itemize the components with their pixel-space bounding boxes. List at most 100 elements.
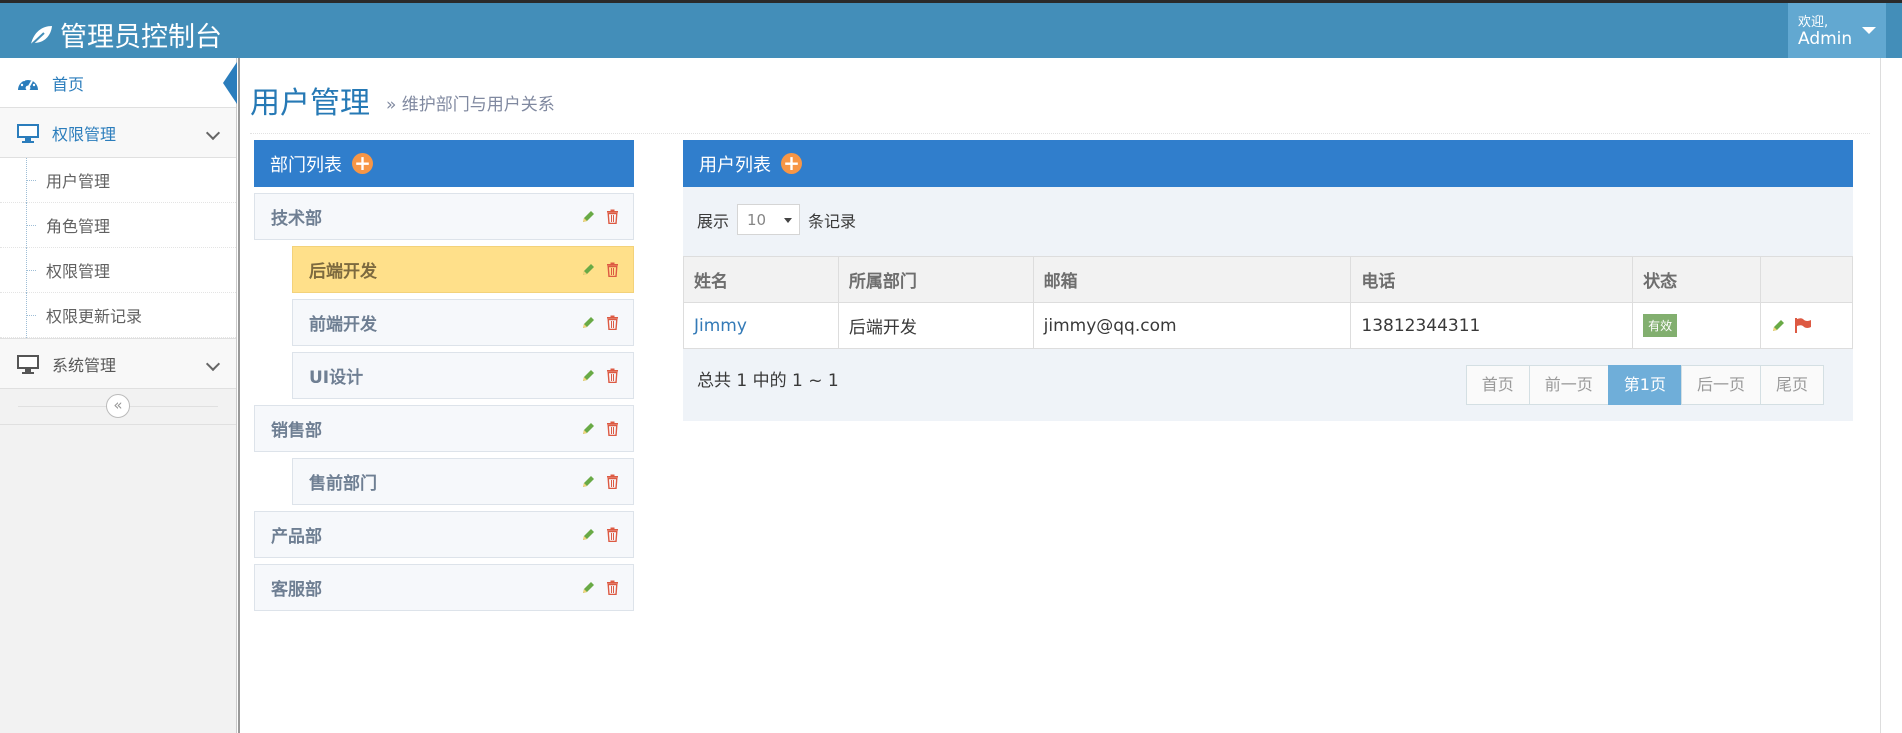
page-length-control: 展示 10 条记录 (697, 204, 856, 235)
brand-title: 管理员控制台 (60, 22, 222, 53)
table-info: 总共 1 中的 1 ~ 1 (697, 371, 839, 391)
department-name: 售前部门 (309, 474, 377, 494)
sidebar-subitem-permission-management[interactable]: 权限管理 (0, 248, 236, 293)
user-status-cell: 有效 (1632, 302, 1762, 349)
page-length-value: 10 (747, 211, 767, 229)
department-item[interactable]: 后端开发 (292, 246, 634, 293)
department-item[interactable]: 销售部 (254, 405, 634, 452)
department-name: 销售部 (271, 421, 322, 441)
page-subtitle: » 维护部门与用户关系 (386, 95, 555, 115)
length-suffix: 条记录 (808, 211, 857, 231)
edit-pencil-icon[interactable] (1771, 318, 1786, 333)
department-item[interactable]: 产品部 (254, 511, 634, 558)
chevron-down-icon (205, 356, 221, 372)
chevron-down-icon (205, 125, 221, 141)
column-header-name[interactable]: 姓名 (683, 256, 839, 303)
edit-pencil-icon[interactable] (581, 474, 596, 489)
user-name-link[interactable]: Jimmy (683, 302, 839, 349)
status-badge: 有效 (1643, 314, 1678, 337)
edit-pencil-icon[interactable] (581, 262, 596, 277)
sidebar-subitem-user-management[interactable]: 用户管理 (0, 158, 236, 203)
sidebar-collapse: « (0, 389, 236, 425)
top-navbar: 管理员控制台 欢迎, Admin (0, 0, 1902, 58)
page-header: 用户管理 » 维护部门与用户关系 (250, 68, 1870, 134)
department-item[interactable]: 售前部门 (292, 458, 634, 505)
edit-pencil-icon[interactable] (581, 580, 596, 595)
sidebar-subitem-role-management[interactable]: 角色管理 (0, 203, 236, 248)
panel-title: 用户列表 (699, 154, 771, 176)
department-item[interactable]: 客服部 (254, 564, 634, 611)
dashboard-icon (18, 78, 38, 90)
user-dept: 后端开发 (837, 302, 1034, 349)
sidebar-subitem-label: 权限管理 (46, 262, 111, 281)
sidebar-item-home[interactable]: 首页 (0, 58, 237, 108)
department-item[interactable]: 前端开发 (292, 299, 634, 346)
sidebar-item-label: 权限管理 (52, 124, 117, 144)
department-actions (581, 368, 619, 383)
trash-icon[interactable] (606, 209, 619, 224)
trash-icon[interactable] (606, 368, 619, 383)
department-name: 技术部 (271, 209, 322, 229)
column-header-phone[interactable]: 电话 (1350, 256, 1634, 303)
pagination-last[interactable]: 尾页 (1759, 365, 1824, 405)
department-name: UI设计 (309, 368, 364, 388)
department-actions (581, 527, 619, 542)
desktop-icon (17, 354, 39, 374)
add-department-icon[interactable]: + (352, 153, 373, 174)
department-item[interactable]: UI设计 (292, 352, 634, 399)
pagination-prev[interactable]: 前一页 (1528, 365, 1609, 405)
active-pointer (223, 62, 237, 104)
sidebar-subitem-label: 用户管理 (46, 172, 111, 191)
edit-pencil-icon[interactable] (581, 368, 596, 383)
department-actions (581, 580, 619, 595)
pagination-first[interactable]: 首页 (1465, 365, 1530, 405)
trash-icon[interactable] (606, 527, 619, 542)
sidebar-item-permissions[interactable]: 权限管理 (0, 108, 236, 158)
pagination-current[interactable]: 第1页 (1607, 365, 1682, 405)
column-header-email[interactable]: 邮箱 (1032, 256, 1352, 303)
user-panel: 用户列表 + 展示 10 条记录 姓名 所属部门 邮箱 电话 状态 Jimmy … (683, 140, 1853, 421)
table-row: Jimmy 后端开发 jimmy@qq.com 13812344311 有效 (683, 302, 1853, 349)
caret-down-icon (784, 218, 793, 223)
brand[interactable]: 管理员控制台 (28, 15, 222, 54)
sidebar: 首页 权限管理 用户管理 角色管理 权限管理 权限更新记录 系统管理 « (0, 58, 237, 733)
department-list: 技术部后端开发前端开发 UI设计销售部售前部门产品部客服部 (254, 193, 634, 611)
add-user-icon[interactable]: + (781, 153, 802, 174)
user-menu[interactable]: 欢迎, Admin (1788, 3, 1886, 58)
column-header-dept[interactable]: 所属部门 (837, 256, 1034, 303)
edit-pencil-icon[interactable] (581, 315, 596, 330)
sidebar-item-label: 首页 (52, 74, 85, 94)
edit-pencil-icon[interactable] (581, 209, 596, 224)
user-email: jimmy@qq.com (1032, 302, 1352, 349)
sidebar-subitem-label: 权限更新记录 (46, 307, 143, 326)
sidebar-subitem-permission-log[interactable]: 权限更新记录 (0, 293, 236, 338)
length-prefix: 展示 (697, 211, 730, 231)
edit-pencil-icon[interactable] (581, 421, 596, 436)
flag-icon[interactable] (1794, 318, 1812, 333)
department-actions (581, 315, 619, 330)
department-name: 客服部 (271, 580, 322, 600)
panel-title: 部门列表 (270, 154, 342, 176)
user-table: 姓名 所属部门 邮箱 电话 状态 Jimmy 后端开发 jimmy@qq.com… (683, 256, 1853, 349)
sidebar-item-system[interactable]: 系统管理 (0, 339, 236, 389)
scrollbar-track[interactable] (1880, 58, 1902, 733)
department-item[interactable]: 技术部 (254, 193, 634, 240)
edit-pencil-icon[interactable] (581, 527, 596, 542)
welcome-label: 欢迎, (1798, 15, 1829, 30)
page-length-select[interactable]: 10 (737, 204, 801, 235)
user-name: Admin (1798, 29, 1853, 49)
trash-icon[interactable] (606, 474, 619, 489)
collapse-sidebar-button[interactable]: « (106, 394, 130, 418)
trash-icon[interactable] (606, 315, 619, 330)
trash-icon[interactable] (606, 421, 619, 436)
main-content: 用户管理 » 维护部门与用户关系 部门列表 + 技术部 后端开发 前端开发 UI设计销… (238, 58, 1880, 733)
user-phone: 13812344311 (1350, 302, 1634, 349)
trash-icon[interactable] (606, 580, 619, 595)
pagination: 首页 前一页 第1页 后一页 尾页 (1465, 365, 1824, 405)
department-actions (581, 209, 619, 224)
pagination-next[interactable]: 后一页 (1680, 365, 1761, 405)
department-name: 产品部 (271, 527, 322, 547)
column-header-actions (1760, 256, 1853, 303)
trash-icon[interactable] (606, 262, 619, 277)
column-header-status[interactable]: 状态 (1632, 256, 1762, 303)
